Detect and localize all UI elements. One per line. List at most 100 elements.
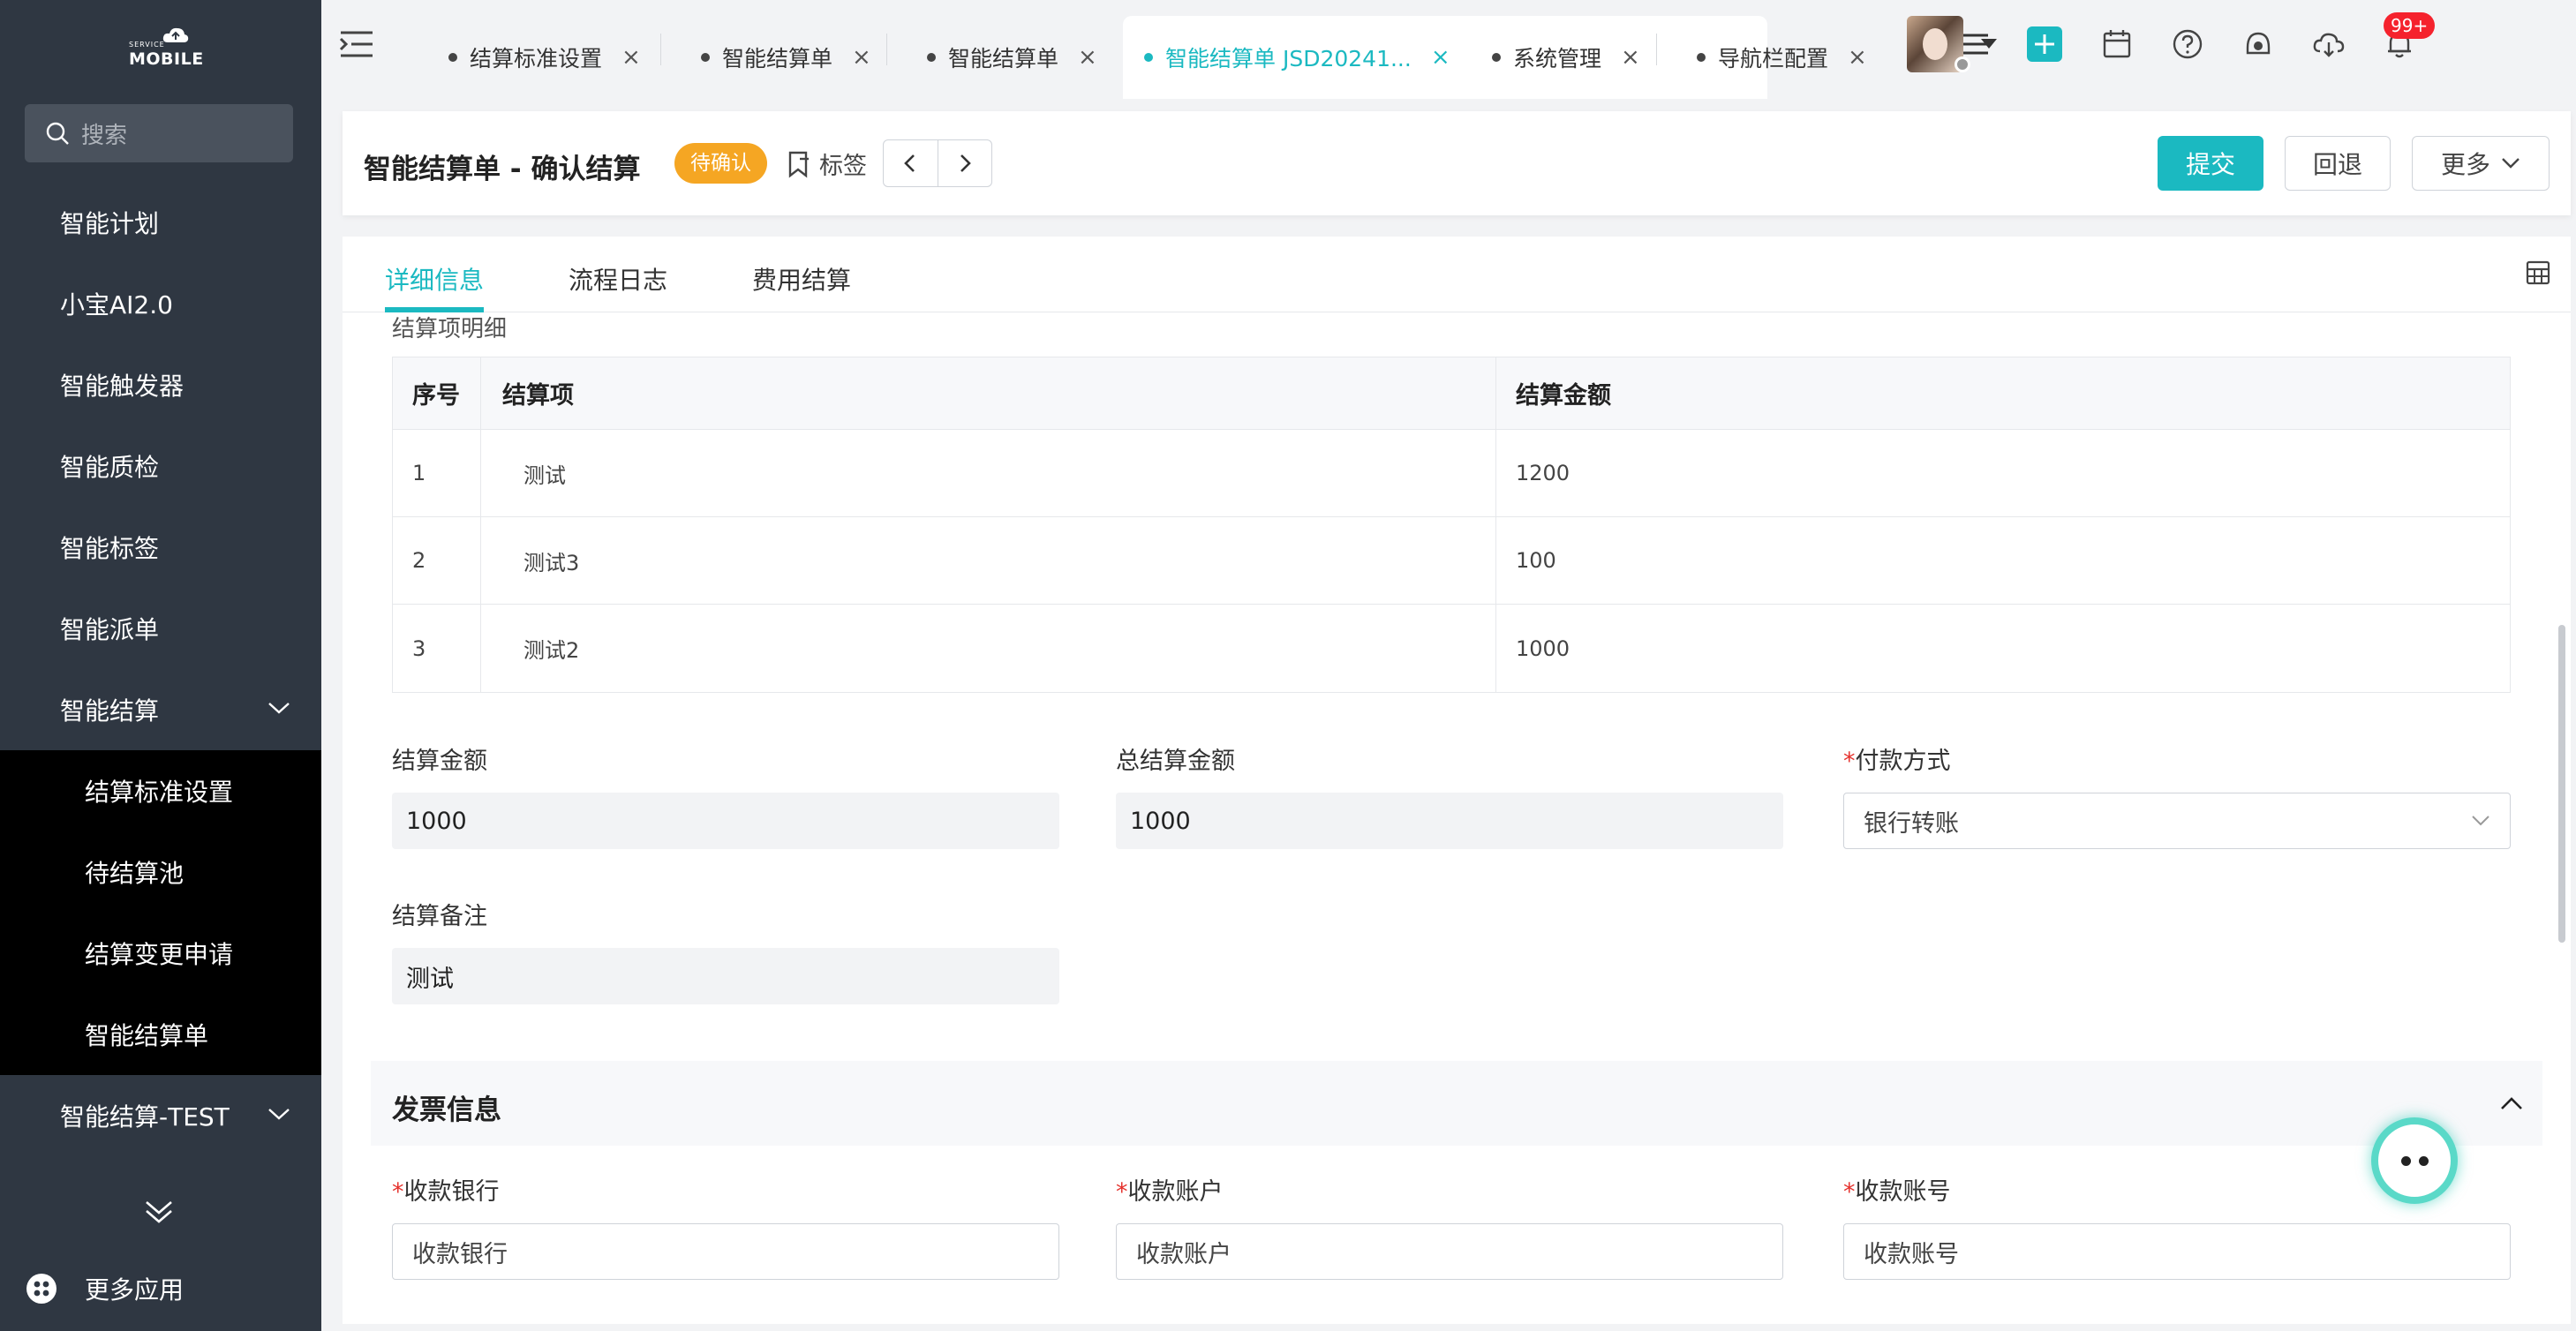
sidebar-item-label: 结算变更申请: [85, 940, 234, 969]
column-header-no: 序号: [393, 357, 481, 429]
total-amount-label: 总结算金额: [1116, 748, 1235, 775]
support-agent-icon[interactable]: [2241, 26, 2276, 62]
receiving-number-label-text: 收款账号: [1855, 1178, 1951, 1206]
sidebar-item-pending-pool[interactable]: 待结算池: [0, 831, 321, 913]
cloud-download-icon[interactable]: [2311, 26, 2346, 62]
tab-process-log[interactable]: 流程日志: [569, 261, 667, 297]
tab-system-management[interactable]: 系统管理 ×: [1458, 16, 1640, 99]
tab-fee-settlement[interactable]: 费用结算: [752, 261, 851, 297]
sidebar-item-smart-settlement[interactable]: 智能结算: [0, 669, 321, 750]
tab-detail-info[interactable]: 详细信息: [385, 261, 484, 297]
search-icon: [46, 122, 69, 145]
bookmark-icon: [788, 151, 809, 177]
tab-settlement-standard[interactable]: 结算标准设置 ×: [415, 16, 641, 99]
calendar-icon[interactable]: [2099, 26, 2135, 62]
close-icon[interactable]: ×: [852, 44, 871, 71]
sidebar-item-label: 智能派单: [60, 615, 160, 644]
receiving-account-label-text: 收款账户: [1127, 1178, 1224, 1206]
invoice-section-header[interactable]: 发票信息: [371, 1061, 2542, 1146]
sidebar-item-xiaobao-ai[interactable]: 小宝AI2.0: [0, 263, 321, 344]
sidebar-item-label: 智能质检: [60, 453, 160, 482]
section-settlement-items: 结算项明细: [392, 316, 508, 342]
receiving-number-input[interactable]: 收款账号: [1843, 1223, 2511, 1280]
sidebar-item-label: 智能结算单: [85, 1021, 209, 1050]
chevron-left-icon: [904, 154, 915, 172]
cell-amount: 1000: [1516, 635, 1570, 661]
payment-method-label-text: 付款方式: [1855, 748, 1951, 775]
tab-settlement-order-2[interactable]: 智能结算单 ×: [893, 16, 1097, 99]
caret-down-icon[interactable]: [1979, 37, 1999, 51]
detail-tabs: 详细信息 流程日志 费用结算: [343, 237, 2571, 312]
sidebar-search[interactable]: 搜索: [25, 104, 293, 162]
close-icon[interactable]: ×: [1078, 44, 1097, 71]
receiving-bank-placeholder: 收款银行: [412, 1240, 508, 1268]
robot-eye-icon: [2419, 1156, 2429, 1166]
sidebar-item-label: 小宝AI2.0: [60, 290, 173, 320]
tab-label: 导航栏配置: [1718, 46, 1829, 71]
cell-no: 3: [393, 605, 481, 692]
chevron-down-icon: [268, 1109, 290, 1120]
settlement-items-table: 序号 结算项 结算金额 1 测试 1200 2 测试3 100 3 测试2 10…: [392, 357, 2511, 693]
cell-item: 测试3: [481, 517, 1496, 604]
logo-subtext: SERVICE: [129, 41, 165, 49]
sidebar-item-label: 待结算池: [85, 859, 185, 888]
previous-record-button[interactable]: [884, 140, 938, 186]
payment-method-select[interactable]: 银行转账: [1843, 793, 2511, 849]
close-icon[interactable]: ×: [1431, 44, 1450, 71]
app-logo[interactable]: SERVICE MOBILE: [125, 25, 203, 69]
notification-badge: 99+: [2384, 12, 2436, 39]
tab-divider: [660, 34, 661, 65]
more-button[interactable]: 更多: [2412, 136, 2550, 191]
cell-item: 测试2: [481, 605, 1496, 692]
calculator-icon[interactable]: [2525, 259, 2551, 286]
next-record-button[interactable]: [938, 140, 992, 186]
tag-label: 标签: [819, 153, 867, 180]
sidebar-item-smart-tag[interactable]: 智能标签: [0, 507, 321, 588]
sidebar-item-smart-plan[interactable]: 智能计划: [0, 182, 321, 263]
settlement-amount-label: 结算金额: [392, 748, 487, 775]
receiving-bank-label: *收款银行: [392, 1172, 500, 1207]
sidebar-item-settlement-standard[interactable]: 结算标准设置: [0, 750, 321, 831]
tab-divider: [1656, 34, 1657, 65]
sidebar-item-change-request[interactable]: 结算变更申请: [0, 913, 321, 994]
sidebar-item-smart-dispatch[interactable]: 智能派单: [0, 588, 321, 669]
content-scrollbar[interactable]: [2558, 625, 2565, 943]
assistant-robot-button[interactable]: [2371, 1117, 2458, 1204]
payment-method-label: *付款方式: [1843, 741, 1951, 776]
tab-settlement-order-1[interactable]: 智能结算单 ×: [667, 16, 871, 99]
tab-dot: [1144, 53, 1153, 62]
close-icon[interactable]: ×: [1621, 44, 1640, 71]
required-mark: *: [1843, 748, 1856, 775]
total-amount-field: 1000: [1116, 793, 1783, 849]
sidebar-item-smart-trigger[interactable]: 智能触发器: [0, 344, 321, 425]
more-apps-button[interactable]: 更多应用: [26, 1271, 184, 1306]
help-icon[interactable]: [2170, 26, 2205, 62]
column-header-amount: 结算金额: [1516, 382, 1611, 410]
receiving-bank-input[interactable]: 收款银行: [392, 1223, 1059, 1280]
sidebar-item-label: 智能标签: [60, 534, 160, 563]
sidebar-item-smart-qc[interactable]: 智能质检: [0, 425, 321, 507]
submit-button[interactable]: 提交: [2158, 136, 2263, 191]
tab-dot: [927, 53, 936, 62]
chevron-up-icon[interactable]: [2500, 1096, 2523, 1110]
receiving-account-input[interactable]: 收款账户: [1116, 1223, 1783, 1280]
receiving-bank-label-text: 收款银行: [403, 1178, 500, 1206]
sidebar-item-settlement-test[interactable]: 智能结算-TEST: [0, 1075, 321, 1156]
sidebar-item-label: 智能计划: [60, 209, 160, 238]
tab-label: 系统管理: [1513, 46, 1602, 71]
close-icon[interactable]: ×: [621, 44, 641, 71]
required-mark: *: [1843, 1178, 1856, 1206]
double-chevron-down-icon[interactable]: [141, 1193, 177, 1229]
cell-amount: 1200: [1516, 461, 1570, 485]
close-icon[interactable]: ×: [1848, 44, 1867, 71]
sidebar-item-settlement-order[interactable]: 智能结算单: [0, 994, 321, 1075]
sidebar-item-label: 结算标准设置: [85, 778, 234, 807]
tab-nav-config[interactable]: 导航栏配置 ×: [1663, 16, 1867, 99]
tag-button[interactable]: 标签: [786, 147, 867, 181]
menu-collapse-icon[interactable]: [339, 28, 374, 60]
add-button[interactable]: [2027, 26, 2062, 62]
receiving-account-placeholder: 收款账户: [1136, 1240, 1232, 1268]
robot-eye-icon: [2401, 1156, 2411, 1166]
sidebar-nav: 智能计划 小宝AI2.0 智能触发器 智能质检 智能标签 智能派单 智能结算 结…: [0, 182, 321, 1156]
rollback-button[interactable]: 回退: [2285, 136, 2391, 191]
